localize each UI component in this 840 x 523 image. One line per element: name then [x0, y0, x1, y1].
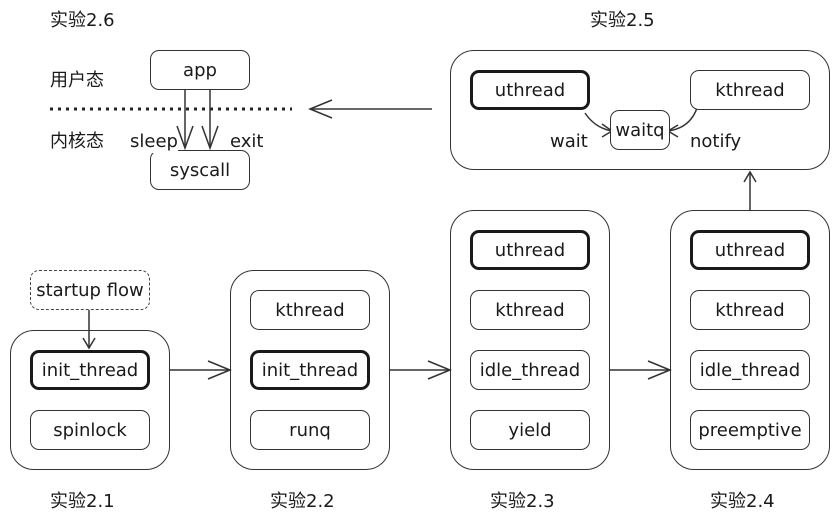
exp-2-2-title: 实验2.2: [270, 491, 335, 512]
preemptive-box: preemptive: [690, 410, 810, 450]
user-mode-label: 用户态: [50, 70, 104, 91]
wait-label: wait: [550, 131, 588, 152]
kernel-mode-label: 内核态: [50, 131, 104, 152]
idle-thread-box-2-3: idle_thread: [470, 350, 590, 390]
uthread-box-2-5: uthread: [470, 70, 590, 110]
spinlock-box: spinlock: [30, 410, 150, 450]
waitq-box: waitq: [610, 110, 670, 150]
app-box: app: [150, 50, 250, 90]
uthread-box-2-4: uthread: [690, 230, 810, 270]
exit-label: exit: [230, 131, 264, 152]
exp-2-4-title: 实验2.4: [710, 491, 775, 512]
kthread-box-2-3: kthread: [470, 290, 590, 330]
exp-2-6-title: 实验2.6: [50, 10, 115, 31]
runq-box: runq: [250, 410, 370, 450]
notify-label: notify: [690, 131, 742, 152]
startup-flow-box: startup flow: [30, 270, 150, 310]
init-thread-box-2-2: init_thread: [250, 350, 370, 390]
exp-2-1-title: 实验2.1: [50, 491, 115, 512]
exp-2-3-title: 实验2.3: [490, 491, 555, 512]
idle-thread-box-2-4: idle_thread: [690, 350, 810, 390]
kthread-box-2-5: kthread: [690, 70, 810, 110]
exp-2-5-title: 实验2.5: [590, 10, 655, 31]
kthread-box-2-2: kthread: [250, 290, 370, 330]
init-thread-box-2-1: init_thread: [30, 350, 150, 390]
yield-box: yield: [470, 410, 590, 450]
sleep-label: sleep: [130, 131, 178, 153]
kthread-box-2-4: kthread: [690, 290, 810, 330]
syscall-box: syscall: [150, 150, 250, 190]
uthread-box-2-3: uthread: [470, 230, 590, 270]
